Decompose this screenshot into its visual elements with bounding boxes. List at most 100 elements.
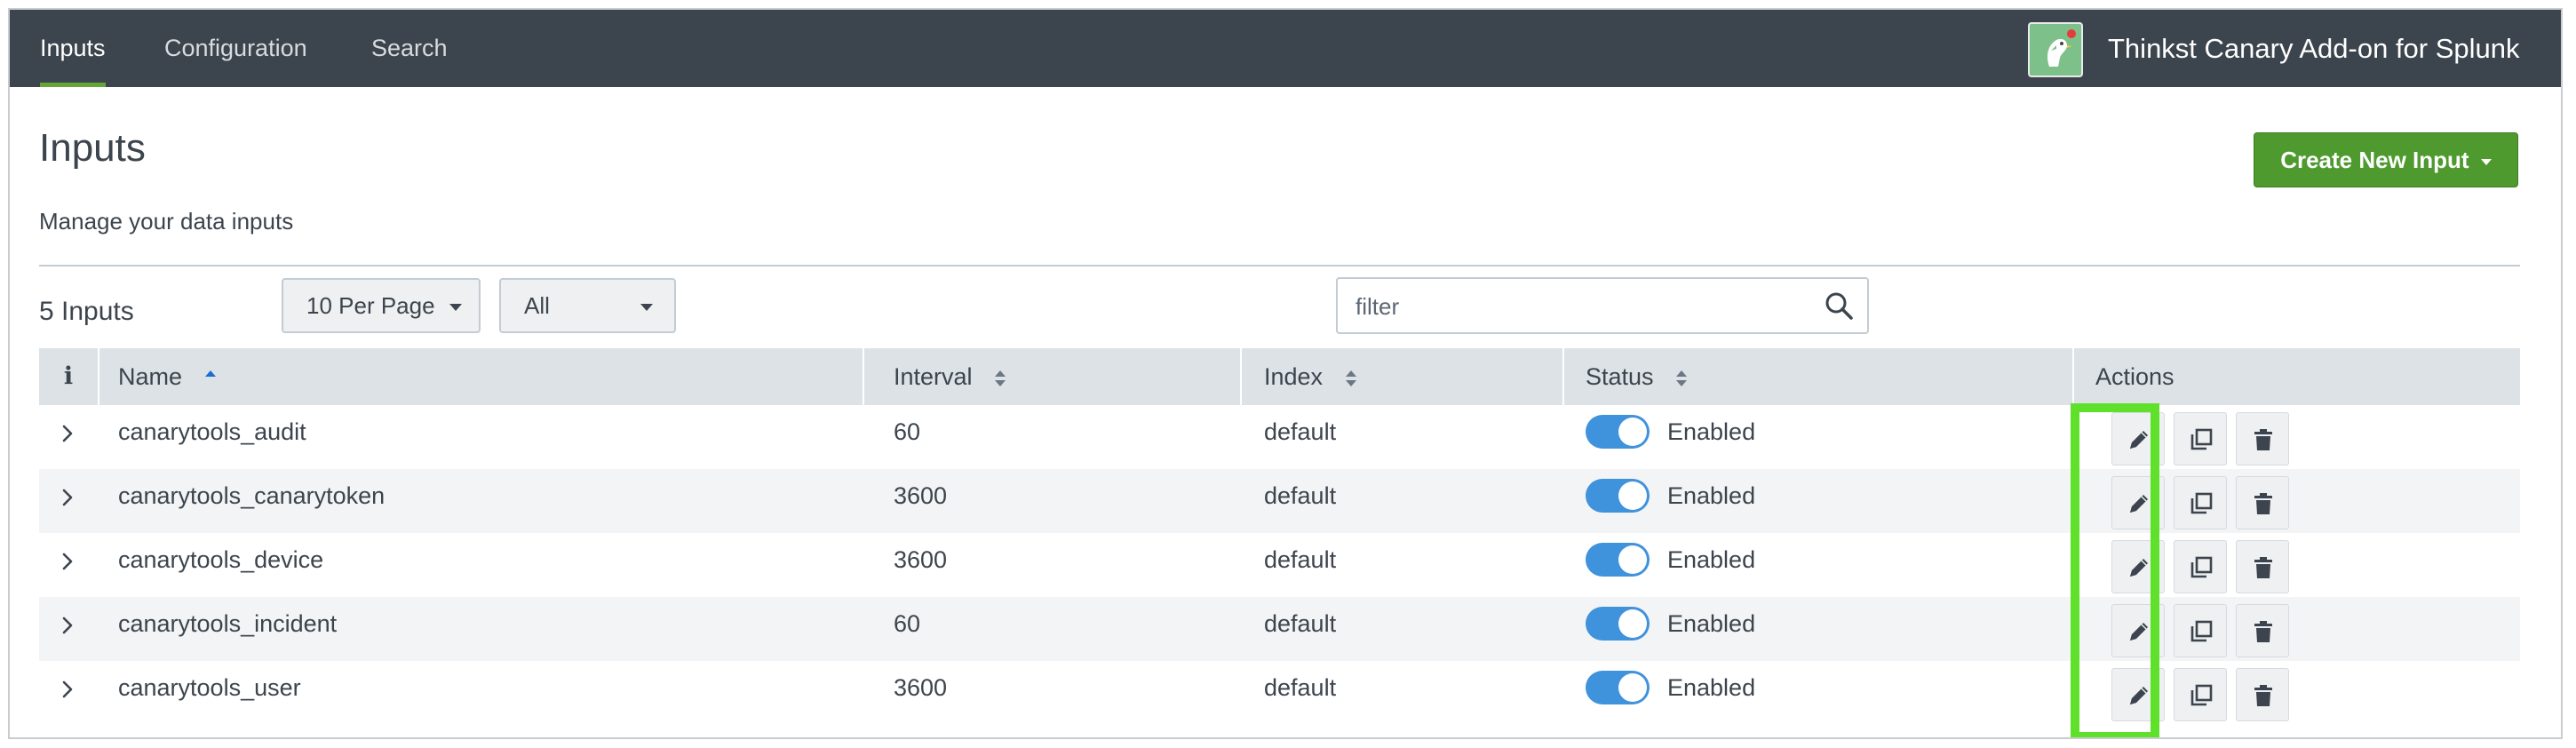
clone-button[interactable] [2174,476,2227,529]
table-row: canarytools_incident 60 default Enabled [39,597,2520,661]
row-status: Enabled [1667,546,1756,573]
delete-button[interactable] [2236,604,2289,657]
app-frame: Inputs Configuration Search Thinkst Cana… [8,8,2563,739]
row-name: canarytools_audit [118,418,306,445]
column-separator [1562,348,1564,405]
row-interval: 3600 [894,674,948,701]
row-name: canarytools_device [118,546,324,573]
column-separator [2072,348,2074,405]
column-header-name-label: Name [118,363,183,390]
clone-button[interactable] [2174,604,2227,657]
edit-button[interactable] [2111,668,2165,721]
clone-icon [2190,620,2213,642]
row-interval: 60 [894,610,921,637]
status-toggle[interactable] [1586,479,1650,513]
row-index: default [1264,610,1337,637]
sort-icon [995,370,1006,387]
app-title: Thinkst Canary Add-on for Splunk [2108,33,2520,64]
create-button-label: Create New Input [2280,147,2469,173]
trash-icon [2254,685,2272,706]
pencil-icon [2130,431,2148,449]
chevron-right-icon[interactable] [59,489,76,506]
pencil-icon [2130,687,2148,704]
page-title: Inputs [39,126,146,170]
delete-button[interactable] [2236,540,2289,593]
trash-icon [2254,493,2272,514]
trash-icon [2254,429,2272,450]
column-separator [863,348,864,405]
search-icon[interactable] [1823,290,1855,322]
type-filter-select[interactable]: All [499,278,676,333]
row-index: default [1264,418,1337,445]
row-name: canarytools_user [118,674,301,701]
toggle-knob [1618,481,1647,510]
row-status: Enabled [1667,674,1756,701]
per-page-value: 10 Per Page [306,292,435,319]
column-header-interval[interactable]: Interval [894,348,1006,405]
edit-button[interactable] [2111,476,2165,529]
tab-search[interactable]: Search [371,10,448,87]
filter-input[interactable] [1354,288,1801,325]
row-interval: 3600 [894,546,948,573]
filter-box [1336,277,1869,334]
row-status: Enabled [1667,482,1756,509]
column-header-actions: Actions [2095,363,2174,390]
column-separator [1240,348,1242,405]
tab-inputs[interactable]: Inputs [40,10,106,87]
table-row: canarytools_user 3600 default Enabled [39,661,2520,725]
toggle-knob [1618,609,1647,638]
table-row: canarytools_device 3600 default Enabled [39,533,2520,597]
clone-button[interactable] [2174,540,2227,593]
edit-button[interactable] [2111,412,2165,466]
chevron-right-icon[interactable] [59,617,76,634]
header-divider [39,265,2520,267]
tab-configuration[interactable]: Configuration [164,10,307,87]
column-header-name[interactable]: Name [118,348,216,405]
row-interval: 3600 [894,482,948,509]
trash-icon [2254,557,2272,578]
delete-button[interactable] [2236,668,2289,721]
chevron-right-icon[interactable] [59,553,76,570]
clone-icon [2190,428,2213,450]
chevron-right-icon[interactable] [59,680,76,698]
delete-button[interactable] [2236,412,2289,466]
sort-icon [1345,370,1356,387]
edit-button[interactable] [2111,604,2165,657]
column-header-index[interactable]: Index [1264,348,1356,405]
row-name: canarytools_canarytoken [118,482,386,509]
pencil-icon [2130,559,2148,577]
canary-logo-icon [2028,22,2083,77]
row-status: Enabled [1667,418,1756,445]
toggle-knob [1618,418,1647,446]
status-toggle[interactable] [1586,671,1650,704]
table-header: i Name Interval Index Status Actions [39,348,2520,405]
clone-button[interactable] [2174,668,2227,721]
clone-button[interactable] [2174,412,2227,466]
per-page-select[interactable]: 10 Per Page [282,278,481,333]
row-status: Enabled [1667,610,1756,637]
status-toggle[interactable] [1586,607,1650,641]
column-separator [98,348,99,405]
delete-button[interactable] [2236,476,2289,529]
pencil-icon [2130,495,2148,513]
row-interval: 60 [894,418,921,445]
top-nav: Inputs Configuration Search Thinkst Cana… [10,10,2561,87]
status-toggle[interactable] [1586,415,1650,449]
row-index: default [1264,482,1337,509]
clone-icon [2190,556,2213,578]
column-header-status-label: Status [1586,363,1654,390]
column-header-status[interactable]: Status [1586,348,1688,405]
column-header-index-label: Index [1264,363,1324,390]
edit-button[interactable] [2111,540,2165,593]
row-index: default [1264,674,1337,701]
chevron-right-icon[interactable] [59,425,76,442]
input-count: 5 Inputs [39,297,134,326]
create-new-input-button[interactable]: Create New Input [2254,132,2518,187]
info-column-header[interactable]: i [39,348,98,405]
sort-icon [1676,370,1688,387]
status-toggle[interactable] [1586,543,1650,577]
row-index: default [1264,546,1337,573]
trash-icon [2254,621,2272,642]
caret-down-icon [640,304,653,311]
toggle-knob [1618,545,1647,574]
